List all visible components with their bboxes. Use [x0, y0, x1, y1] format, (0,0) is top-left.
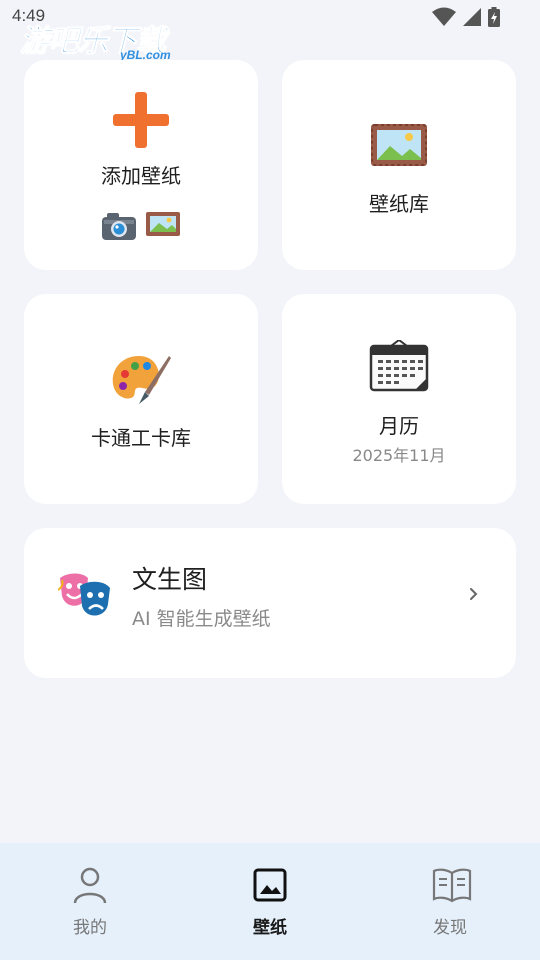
status-icons	[432, 7, 500, 27]
plus-icon	[113, 92, 169, 148]
wallpaper-library-card[interactable]: 壁纸库	[282, 60, 516, 270]
wifi-icon	[432, 7, 456, 26]
nav-label-mine: 我的	[73, 918, 107, 938]
bottom-navigation: 我的 壁纸 发现	[0, 843, 540, 960]
framed-picture-icon	[371, 124, 427, 166]
signal-icon	[463, 8, 481, 26]
person-icon	[73, 867, 107, 904]
text-to-image-subtitle: AI 智能生成壁纸	[132, 608, 271, 630]
chevron-right-icon	[470, 588, 478, 600]
nav-item-discover[interactable]: 发现	[360, 843, 540, 960]
add-wallpaper-title: 添加壁纸	[101, 164, 181, 188]
add-wallpaper-sources	[24, 210, 258, 242]
calendar-title: 月历	[379, 414, 419, 438]
book-icon	[432, 868, 472, 903]
cartoon-library-title: 卡通工卡库	[91, 426, 191, 450]
calendar-icon	[369, 340, 429, 392]
palette-icon	[112, 356, 171, 404]
watermark-logo: 游吧乐下载 yBL.com	[20, 16, 190, 66]
theater-masks-icon	[58, 573, 110, 616]
calendar-card[interactable]: 月历 2025年11月	[282, 294, 516, 504]
wallpaper-library-title: 壁纸库	[369, 192, 429, 216]
cartoon-library-card[interactable]: 卡通工卡库	[24, 294, 258, 504]
nav-item-wallpaper[interactable]: 壁纸	[180, 843, 360, 960]
text-to-image-title: 文生图	[132, 565, 208, 594]
add-wallpaper-card[interactable]: 添加壁纸	[24, 60, 258, 270]
nav-item-mine[interactable]: 我的	[0, 843, 180, 960]
text-to-image-card[interactable]: 文生图 AI 智能生成壁纸	[24, 528, 516, 678]
camera-icon[interactable]	[101, 210, 137, 242]
nav-label-discover: 发现	[433, 918, 467, 938]
nav-label-wallpaper: 壁纸	[253, 918, 287, 938]
battery-icon	[488, 7, 500, 27]
image-icon	[253, 868, 287, 902]
calendar-month: 2025年11月	[352, 446, 446, 465]
framed-picture-icon[interactable]	[145, 210, 181, 238]
screen: 4:49 游吧乐下载 yBL.com 添加壁纸 壁纸库 卡通工卡库 月历 202…	[0, 0, 540, 960]
